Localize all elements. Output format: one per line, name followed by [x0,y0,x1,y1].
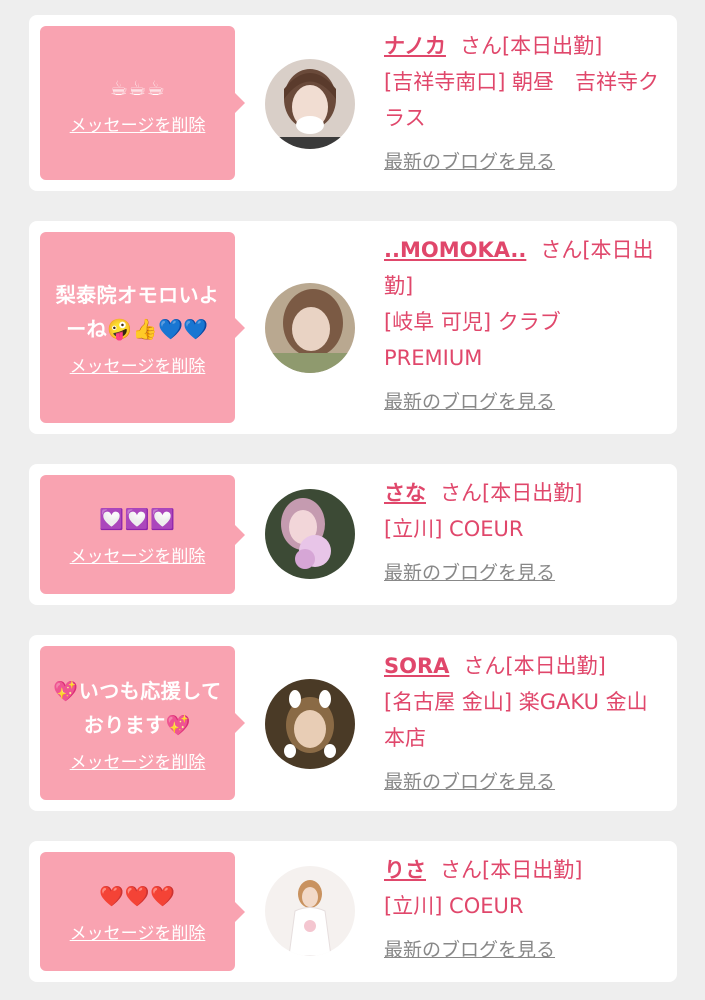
work-status: さん[本日出勤] [440,858,583,882]
profile-info: りさ さん[本日出勤] [立川] COEUR 最新のブログを見る [384,852,664,968]
profile-info: ..MOMOKA.. さん[本日出勤] [岐阜 可児] クラブ PREMIUM 最… [384,232,664,420]
avatar[interactable] [265,283,355,373]
message-text: ☕☕☕ [109,75,166,100]
latest-blog-link[interactable]: 最新のブログを見る [384,384,555,420]
latest-blog-link[interactable]: 最新のブログを見る [384,555,555,591]
profile-name-link[interactable]: SORA [384,654,449,678]
profile-name-link[interactable]: さな [384,481,426,505]
message-card: ❤️❤️❤️ メッセージを削除 りさ さん[本日出勤] [立川] COEUR 最新… [29,841,677,982]
message-card: 💖いつも応援しております💖 メッセージを削除 SORA さん[本日出勤] [名古屋… [29,635,677,811]
work-status: さん[本日出勤] [463,654,606,678]
message-text: ❤️❤️❤️ [99,884,176,908]
work-status: さん[本日出勤] [459,34,603,58]
avatar-image [265,679,355,769]
avatar-image [265,59,355,149]
avatar-image [265,866,355,956]
shop-info: [吉祥寺南口] 朝昼 吉祥寺クラス [384,70,660,130]
message-card: 💟💟💟 メッセージを削除 さな さん[本日出勤] [立川] COEUR 最新のブロ… [29,464,677,605]
delete-message-link[interactable]: メッセージを削除 [70,542,206,567]
avatar[interactable] [265,866,355,956]
shop-info: [名古屋 金山] 楽GAKU 金山本店 [384,690,648,750]
shop-info: [岐阜 可児] クラブ PREMIUM [384,310,561,370]
message-card: ☕☕☕ メッセージを削除 ナノカ さん[本日出勤] [吉祥寺南口] 朝昼 吉祥寺ク… [29,15,677,191]
latest-blog-link[interactable]: 最新のブログを見る [384,764,555,800]
profile-info: SORA さん[本日出勤] [名古屋 金山] 楽GAKU 金山本店 最新のブログを… [384,648,664,800]
profile-info: ナノカ さん[本日出勤] [吉祥寺南口] 朝昼 吉祥寺クラス 最新のブログを見る [384,28,664,180]
profile-name-link[interactable]: りさ [384,858,426,882]
message-text: 💟💟💟 [99,507,176,531]
profile-info: さな さん[本日出勤] [立川] COEUR 最新のブログを見る [384,475,664,591]
avatar-image [265,283,355,373]
avatar[interactable] [265,679,355,769]
avatar[interactable] [265,489,355,579]
shop-info: [立川] COEUR [384,894,524,918]
latest-blog-link[interactable]: 最新のブログを見る [384,932,555,968]
work-status: さん[本日出勤] [440,481,583,505]
message-text: 💖いつも応援しております💖 [53,678,222,737]
delete-message-link[interactable]: メッセージを削除 [70,111,206,136]
delete-message-link[interactable]: メッセージを削除 [70,919,206,944]
profile-name-link[interactable]: ナノカ [384,34,446,58]
message-bubble: 梨泰院オモロいよーね🤪👍💙💙 メッセージを削除 [40,232,245,423]
message-text: 梨泰院オモロいよーね🤪👍💙💙 [55,283,220,341]
message-bubble: 💖いつも応援しております💖 メッセージを削除 [40,646,245,800]
delete-message-link[interactable]: メッセージを削除 [70,352,206,377]
message-bubble: ☕☕☕ メッセージを削除 [40,26,245,180]
shop-info: [立川] COEUR [384,517,524,541]
profile-name-link[interactable]: ..MOMOKA.. [384,238,526,262]
delete-message-link[interactable]: メッセージを削除 [70,748,206,773]
message-bubble: 💟💟💟 メッセージを削除 [40,475,245,594]
message-bubble: ❤️❤️❤️ メッセージを削除 [40,852,245,971]
latest-blog-link[interactable]: 最新のブログを見る [384,144,555,180]
message-card: 梨泰院オモロいよーね🤪👍💙💙 メッセージを削除 ..MOMOKA.. さん[本日出… [29,221,677,434]
avatar[interactable] [265,59,355,149]
avatar-image [265,489,355,579]
